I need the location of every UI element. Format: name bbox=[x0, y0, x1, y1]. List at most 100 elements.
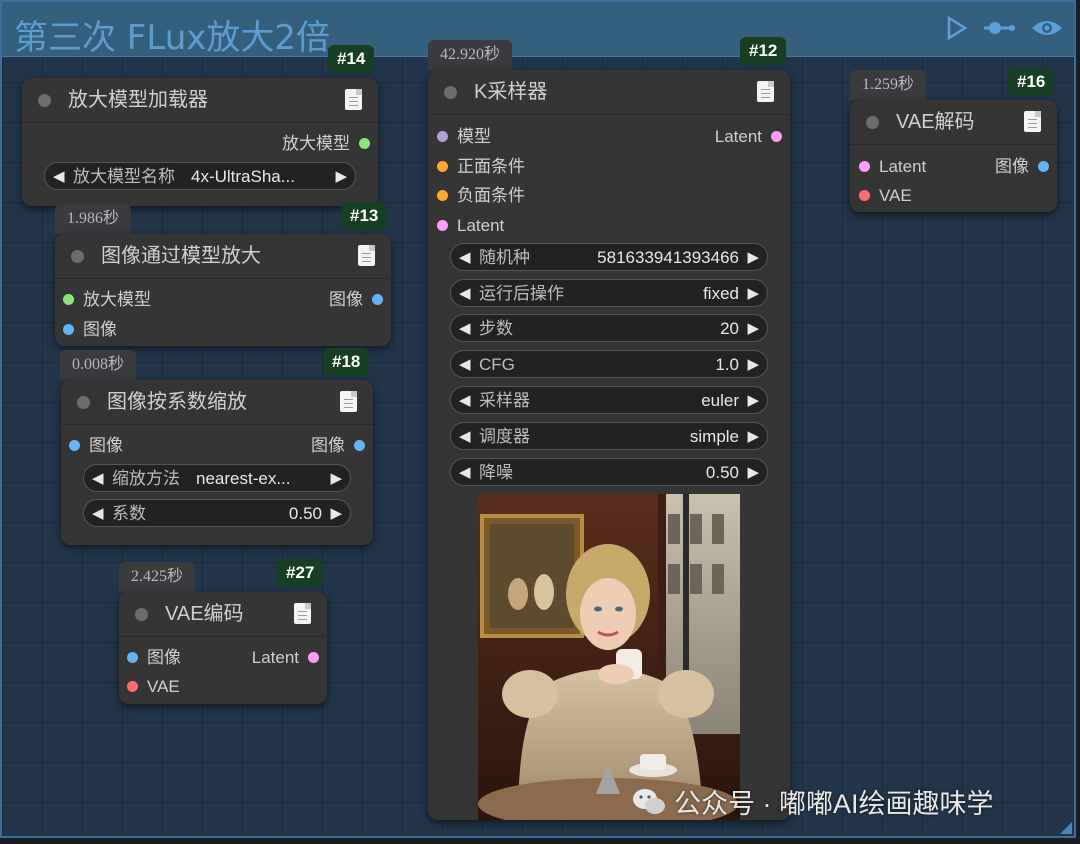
widget-seed[interactable]: ◀ 随机种 581633941393466 ▶ bbox=[450, 243, 768, 271]
exec-time: 42.920秒 bbox=[428, 40, 513, 70]
input-label: 图像 bbox=[89, 436, 123, 455]
document-icon[interactable] bbox=[340, 391, 357, 412]
input-port[interactable] bbox=[127, 681, 138, 692]
arrow-left-icon[interactable]: ◀ bbox=[459, 315, 471, 343]
input-port[interactable] bbox=[127, 652, 138, 663]
document-icon[interactable] bbox=[345, 89, 362, 110]
input-port[interactable] bbox=[859, 190, 870, 201]
input-label: Latent bbox=[457, 216, 505, 235]
arrow-right-icon[interactable]: ▶ bbox=[747, 244, 759, 272]
node-header[interactable]: 放大模型加载器 bbox=[22, 78, 378, 123]
arrow-left-icon[interactable]: ◀ bbox=[459, 423, 471, 451]
output-port[interactable] bbox=[771, 131, 782, 142]
collapse-dot[interactable] bbox=[135, 608, 148, 621]
exec-time: 0.008秒 bbox=[60, 350, 137, 380]
watermark-text: 公众号 · 嘟嘟AI绘画趣味学 bbox=[674, 789, 994, 819]
document-icon[interactable] bbox=[757, 81, 774, 102]
widget-scale-by[interactable]: ◀ 系数 0.50 ▶ bbox=[83, 499, 351, 527]
collapse-dot[interactable] bbox=[77, 396, 90, 409]
node-vae-decode[interactable]: VAE解码 Latent VAE 图像 bbox=[850, 100, 1057, 212]
node-image-scale-by[interactable]: 图像按系数缩放 图像 图像 ◀ 缩放方法 nearest-ex... ▶ ◀ 系… bbox=[61, 380, 373, 545]
group-resize-handle[interactable] bbox=[1060, 822, 1072, 834]
arrow-right-icon[interactable]: ▶ bbox=[747, 387, 759, 415]
output-port[interactable] bbox=[359, 138, 370, 149]
arrow-left-icon[interactable]: ◀ bbox=[92, 500, 104, 528]
input-port[interactable] bbox=[437, 131, 448, 142]
input-port[interactable] bbox=[69, 440, 80, 451]
widget-steps[interactable]: ◀ 步数 20 ▶ bbox=[450, 314, 768, 342]
input-port[interactable] bbox=[437, 220, 448, 231]
input-label: 图像 bbox=[83, 320, 117, 339]
node-header[interactable]: K采样器 bbox=[428, 70, 790, 115]
arrow-right-icon[interactable]: ▶ bbox=[335, 163, 347, 191]
output-port[interactable] bbox=[354, 440, 365, 451]
node-header[interactable]: VAE解码 bbox=[850, 100, 1057, 145]
document-icon[interactable] bbox=[358, 245, 375, 266]
document-icon[interactable] bbox=[294, 603, 311, 624]
arrow-left-icon[interactable]: ◀ bbox=[459, 387, 471, 415]
arrow-right-icon[interactable]: ▶ bbox=[330, 465, 342, 493]
group-header[interactable]: 第三次 FLux放大2倍 bbox=[2, 2, 1074, 58]
arrow-left-icon[interactable]: ◀ bbox=[459, 244, 471, 272]
input-label: Latent bbox=[879, 157, 927, 176]
output-label: 图像 bbox=[995, 157, 1029, 176]
input-label: 放大模型 bbox=[83, 290, 151, 309]
collapse-dot[interactable] bbox=[444, 86, 457, 99]
watermark: 公众号 · 嘟嘟AI绘画趣味学 bbox=[632, 782, 994, 821]
widget-denoise[interactable]: ◀ 降噪 0.50 ▶ bbox=[450, 458, 768, 486]
node-header[interactable]: VAE编码 bbox=[119, 592, 327, 637]
exec-time: 1.986秒 bbox=[55, 204, 132, 234]
collapse-dot[interactable] bbox=[38, 94, 51, 107]
widget-scheduler[interactable]: ◀ 调度器 simple ▶ bbox=[450, 422, 768, 450]
input-port[interactable] bbox=[437, 161, 448, 172]
input-port[interactable] bbox=[63, 324, 74, 335]
output-label: Latent bbox=[251, 648, 299, 667]
arrow-right-icon[interactable]: ▶ bbox=[747, 423, 759, 451]
arrow-right-icon[interactable]: ▶ bbox=[747, 315, 759, 343]
node-image-upscale-with-model[interactable]: 图像通过模型放大 放大模型 图像 图像 bbox=[55, 234, 391, 346]
preview-image-art bbox=[478, 494, 740, 820]
output-port[interactable] bbox=[372, 294, 383, 305]
arrow-left-icon[interactable]: ◀ bbox=[459, 280, 471, 308]
arrow-right-icon[interactable]: ▶ bbox=[330, 500, 342, 528]
eye-icon[interactable] bbox=[1030, 16, 1064, 40]
node-header[interactable]: 图像通过模型放大 bbox=[55, 234, 391, 279]
arrow-right-icon[interactable]: ▶ bbox=[747, 351, 759, 379]
arrow-right-icon[interactable]: ▶ bbox=[747, 280, 759, 308]
node-id-badge: #18 bbox=[323, 348, 370, 376]
input-port[interactable] bbox=[63, 294, 74, 305]
widget-sampler[interactable]: ◀ 采样器 euler ▶ bbox=[450, 386, 768, 414]
arrow-right-icon[interactable]: ▶ bbox=[747, 459, 759, 487]
arrow-left-icon[interactable]: ◀ bbox=[459, 351, 471, 379]
node-ksampler[interactable]: K采样器 模型 正面条件 负面条件 Latent Latent ◀ 随机种 58… bbox=[428, 70, 790, 820]
group-title: 第三次 FLux放大2倍 bbox=[14, 18, 331, 58]
arrow-left-icon[interactable]: ◀ bbox=[459, 459, 471, 487]
collapse-dot[interactable] bbox=[866, 116, 879, 129]
play-outline-icon[interactable] bbox=[946, 16, 968, 40]
widget-cfg[interactable]: ◀ CFG 1.0 ▶ bbox=[450, 350, 768, 378]
node-vae-encode[interactable]: VAE编码 图像 VAE Latent bbox=[119, 592, 327, 704]
node-id-badge: #14 bbox=[328, 45, 375, 73]
input-label: 正面条件 bbox=[457, 157, 525, 176]
node-upscale-model-loader[interactable]: 放大模型加载器 放大模型 ◀ 放大模型名称 4x-UltraSha... ▶ bbox=[22, 78, 378, 206]
input-label: 图像 bbox=[147, 648, 181, 667]
collapse-dot[interactable] bbox=[71, 250, 84, 263]
node-id-badge: #12 bbox=[740, 37, 787, 65]
input-port[interactable] bbox=[859, 161, 870, 172]
widget-upscale-model-name[interactable]: ◀ 放大模型名称 4x-UltraSha... ▶ bbox=[44, 162, 356, 190]
input-port[interactable] bbox=[437, 190, 448, 201]
widget-control-after-generate[interactable]: ◀ 运行后操作 fixed ▶ bbox=[450, 279, 768, 307]
output-label: Latent bbox=[714, 127, 762, 146]
preview-image[interactable] bbox=[478, 494, 740, 820]
output-port[interactable] bbox=[308, 652, 319, 663]
node-link-icon[interactable] bbox=[982, 16, 1016, 40]
output-label: 图像 bbox=[329, 290, 363, 309]
document-icon[interactable] bbox=[1024, 111, 1041, 132]
exec-time: 1.259秒 bbox=[850, 70, 927, 100]
input-label: 负面条件 bbox=[457, 186, 525, 205]
output-port[interactable] bbox=[1038, 161, 1049, 172]
arrow-left-icon[interactable]: ◀ bbox=[92, 465, 104, 493]
node-header[interactable]: 图像按系数缩放 bbox=[61, 380, 373, 425]
widget-upscale-method[interactable]: ◀ 缩放方法 nearest-ex... ▶ bbox=[83, 464, 351, 492]
arrow-left-icon[interactable]: ◀ bbox=[53, 163, 65, 191]
